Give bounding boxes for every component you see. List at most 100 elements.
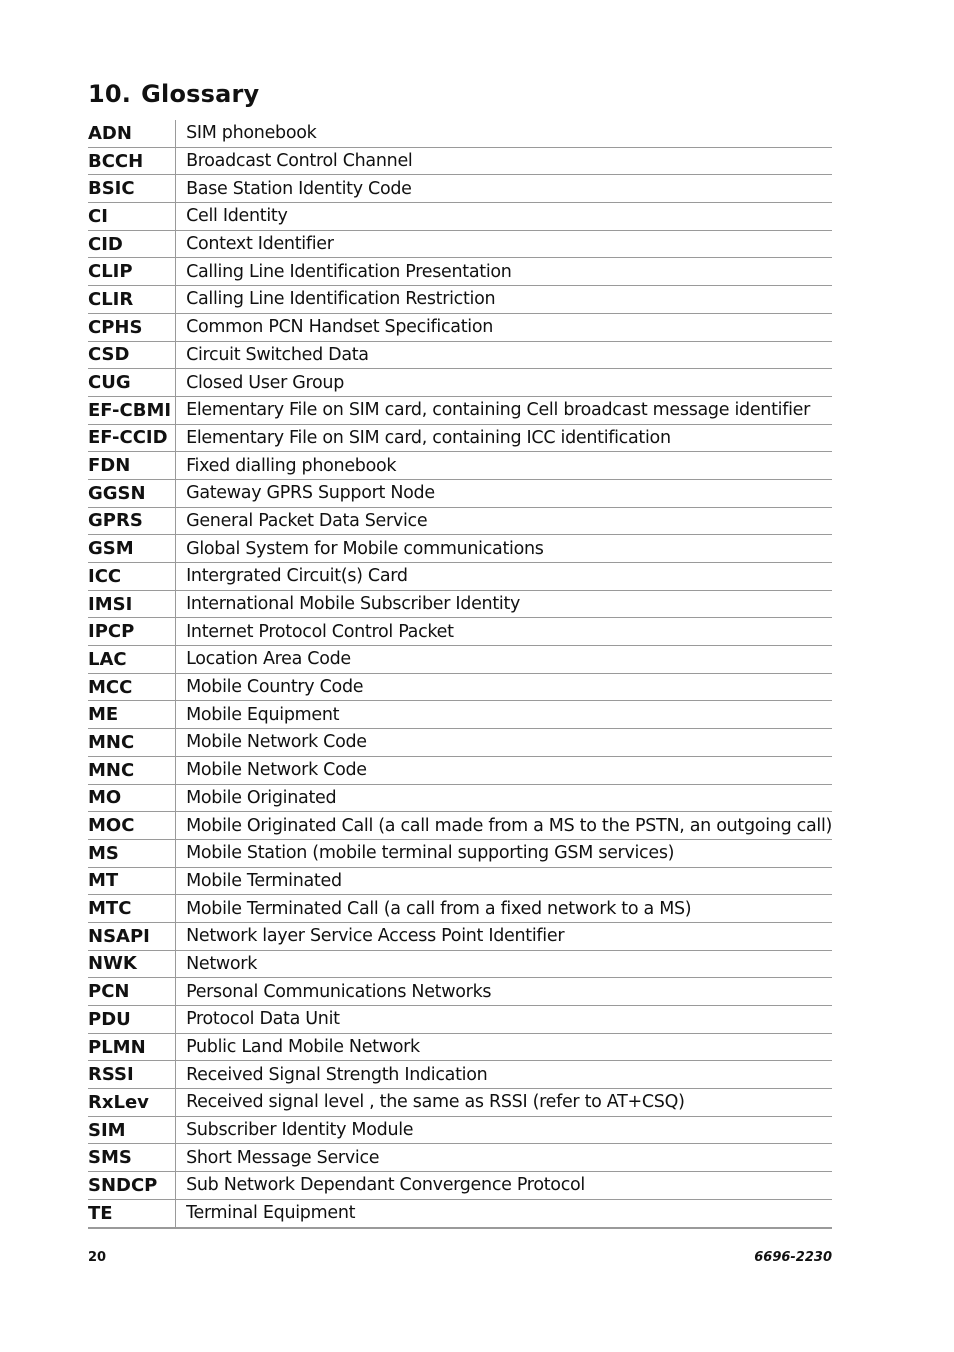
glossary-term: SNDCP [88, 1171, 177, 1200]
glossary-row: RxLev Received signal level , the same as… [88, 1088, 833, 1117]
glossary-row: CID Context Identifier [88, 230, 833, 259]
glossary-term: IPCP [88, 617, 177, 647]
glossary-definition: Received signal level , the same as RSSI… [175, 1088, 833, 1117]
glossary-row: CPHS Common PCN Handset Specification [88, 313, 833, 342]
glossary-term: GGSN [88, 479, 177, 508]
glossary-term: CUG [88, 368, 177, 397]
glossary-definition: Mobile Originated [175, 784, 833, 813]
glossary-term: GPRS [88, 507, 177, 536]
glossary-term: CLIP [88, 257, 177, 287]
glossary-term: MCC [88, 673, 177, 702]
glossary-term: MNC [88, 728, 177, 757]
glossary-definition: Network [175, 950, 833, 979]
glossary-definition: Mobile Originated Call (a call made from… [175, 811, 832, 840]
page-title: 10. Glossary [88, 80, 259, 108]
glossary-definition: Intergrated Circuit(s) Card [175, 562, 833, 591]
glossary-term: GSM [88, 534, 177, 563]
glossary-term: BSIC [88, 174, 177, 204]
glossary-definition: Sub Network Dependant Convergence Protoc… [175, 1171, 833, 1200]
glossary-row: MT Mobile Terminated [88, 867, 833, 896]
glossary-term: RSSI [88, 1060, 177, 1090]
glossary-term: IMSI [88, 590, 177, 619]
glossary-term: MT [88, 867, 177, 896]
glossary-definition: General Packet Data Service [175, 507, 833, 536]
glossary-row: MNC Mobile Network Code [88, 728, 833, 757]
glossary-definition: SIM phonebook [175, 120, 833, 148]
glossary-term: MO [88, 784, 177, 813]
glossary-definition: Terminal Equipment [175, 1199, 833, 1229]
glossary-term: ICC [88, 562, 177, 591]
glossary-term: ME [88, 700, 177, 730]
glossary-term: CI [88, 202, 177, 231]
glossary-row: CLIP Calling Line Identification Presenta… [88, 257, 833, 287]
document-id: 6696-2230 [754, 1250, 832, 1265]
glossary-row: SIM Subscriber Identity Module [88, 1116, 833, 1145]
glossary-term: NWK [88, 950, 177, 979]
glossary-term: BCCH [88, 147, 177, 176]
glossary-row: MCC Mobile Country Code [88, 673, 833, 702]
glossary-term: ADN [88, 120, 177, 148]
glossary-row: SNDCP Sub Network Dependant Convergence P… [88, 1171, 833, 1200]
glossary-definition: Short Message Service [175, 1143, 833, 1173]
glossary-term: CPHS [88, 313, 177, 342]
glossary-row: MO Mobile Originated [88, 784, 833, 813]
glossary-row: RSSI Received Signal Strength Indication [88, 1060, 833, 1090]
glossary-definition: Calling Line Identification Restriction [175, 285, 833, 314]
glossary-definition: Mobile Station (mobile terminal supporti… [175, 839, 833, 868]
glossary-definition: Public Land Mobile Network [175, 1033, 833, 1062]
glossary-row: ADN SIM phonebook [88, 120, 833, 148]
glossary-term: EF-CCID [88, 424, 177, 453]
glossary-term: MNC [88, 756, 177, 785]
glossary-row: EF-CBMI Elementary File on SIM card, cont… [88, 396, 833, 425]
page-number: 20 [88, 1250, 107, 1265]
glossary-term: CSD [88, 341, 177, 370]
glossary-definition: Mobile Equipment [175, 700, 833, 730]
glossary-row: PLMN Public Land Mobile Network [88, 1033, 833, 1062]
glossary-row: IPCP Internet Protocol Control Packet [88, 617, 833, 647]
glossary-row: LAC Location Area Code [88, 645, 833, 674]
glossary-definition: Subscriber Identity Module [175, 1116, 833, 1145]
glossary-definition: Cell Identity [175, 202, 833, 231]
glossary-term: MOC [88, 811, 177, 840]
glossary-term: FDN [88, 451, 177, 480]
glossary-row: CSD Circuit Switched Data [88, 341, 833, 370]
glossary-term: MS [88, 839, 177, 868]
glossary-row: BCCH Broadcast Control Channel [88, 147, 833, 176]
glossary-row: ME Mobile Equipment [88, 700, 833, 730]
glossary-row: NWK Network [88, 950, 833, 979]
glossary-table: ADN SIM phonebook BCCH Broadcast Control Ch… [88, 120, 832, 1229]
glossary-row: CUG Closed User Group [88, 368, 833, 397]
glossary-row: GSM Global System for Mobile communicatio… [88, 534, 833, 563]
glossary-definition: Context Identifier [175, 230, 833, 259]
glossary-term: NSAPI [88, 922, 177, 951]
glossary-definition: Mobile Terminated [175, 867, 833, 896]
glossary-definition: Mobile Country Code [175, 673, 833, 702]
glossary-row: TE Terminal Equipment [88, 1199, 833, 1229]
glossary-definition: Mobile Network Code [175, 728, 833, 757]
glossary-row: MTC Mobile Terminated Call (a call from a… [88, 894, 833, 923]
glossary-definition: Global System for Mobile communications [175, 534, 833, 563]
glossary-row: ICC Intergrated Circuit(s) Card [88, 562, 833, 591]
glossary-term: PLMN [88, 1033, 177, 1062]
glossary-term: EF-CBMI [88, 396, 177, 425]
glossary-term: RxLev [88, 1088, 177, 1117]
glossary-definition: International Mobile Subscriber Identity [175, 590, 833, 619]
glossary-row: PDU Protocol Data Unit [88, 1005, 833, 1034]
glossary-term: CID [88, 230, 177, 259]
glossary-term: PCN [88, 977, 177, 1006]
glossary-row: GGSN Gateway GPRS Support Node [88, 479, 833, 508]
glossary-row: CLIR Calling Line Identification Restrict… [88, 285, 833, 314]
glossary-term: CLIR [88, 285, 177, 314]
glossary-row: NSAPI Network layer Service Access Point … [88, 922, 833, 951]
glossary-row: FDN Fixed dialling phonebook [88, 451, 833, 480]
glossary-term: SMS [88, 1143, 177, 1173]
glossary-definition: Common PCN Handset Specification [175, 313, 833, 342]
glossary-row: IMSI International Mobile Subscriber Iden… [88, 590, 833, 619]
glossary-row: GPRS General Packet Data Service [88, 507, 833, 536]
glossary-row: BSIC Base Station Identity Code [88, 174, 833, 204]
glossary-definition: Base Station Identity Code [175, 174, 833, 204]
glossary-row: SMS Short Message Service [88, 1143, 833, 1173]
glossary-definition: Personal Communications Networks [175, 977, 833, 1006]
glossary-definition: Mobile Network Code [175, 756, 833, 785]
glossary-definition: Mobile Terminated Call (a call from a fi… [175, 894, 833, 923]
